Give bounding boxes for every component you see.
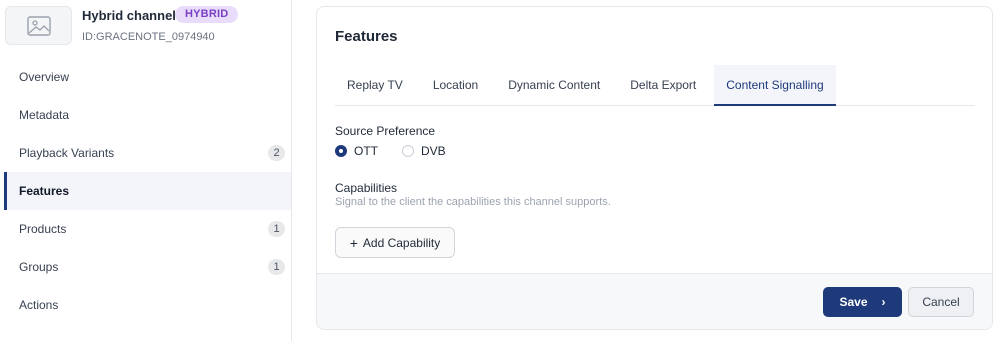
channel-header: Hybrid channel HYBRID ID:GRACENOTE_09749… — [5, 6, 285, 46]
sidebar-nav: Overview Metadata Playback Variants 2 Fe… — [4, 58, 291, 324]
tab-delta-export[interactable]: Delta Export — [618, 65, 708, 105]
tab-content-signalling[interactable]: Content Signalling — [714, 65, 836, 106]
tab-location[interactable]: Location — [421, 65, 490, 105]
radio-label: DVB — [421, 144, 446, 158]
source-preference-label: Source Preference — [335, 124, 436, 138]
sidebar-item-features[interactable]: Features — [4, 172, 291, 210]
form-footer: Save › Cancel — [317, 273, 992, 329]
sidebar-item-metadata[interactable]: Metadata — [4, 96, 291, 134]
channel-name: Hybrid channel — [82, 8, 176, 23]
capabilities-label: Capabilities — [335, 181, 398, 195]
page-title: Features — [335, 28, 398, 45]
sidebar-item-overview[interactable]: Overview — [4, 58, 291, 96]
sidebar-item-label: Products — [19, 222, 67, 236]
sidebar-item-label: Playback Variants — [19, 146, 115, 160]
radio-checked-icon — [335, 145, 347, 157]
count-badge: 1 — [268, 221, 285, 237]
cancel-button[interactable]: Cancel — [908, 287, 974, 317]
sidebar-item-playback-variants[interactable]: Playback Variants 2 — [4, 134, 291, 172]
source-preference-radio-group: OTT DVB — [335, 144, 470, 158]
sidebar: Hybrid channel HYBRID ID:GRACENOTE_09749… — [0, 0, 292, 341]
features-card: Features Replay TV Location Dynamic Cont… — [316, 6, 993, 330]
channel-thumbnail — [5, 6, 72, 45]
sidebar-item-label: Groups — [19, 260, 59, 274]
radio-unchecked-icon — [402, 145, 414, 157]
features-tabs: Replay TV Location Dynamic Content Delta… — [335, 65, 975, 106]
sidebar-item-label: Overview — [19, 70, 70, 84]
count-badge: 1 — [268, 259, 285, 275]
sidebar-item-products[interactable]: Products 1 — [4, 210, 291, 248]
add-capability-label: Add Capability — [362, 235, 441, 250]
sidebar-item-groups[interactable]: Groups 1 — [4, 248, 291, 286]
tab-dynamic-content[interactable]: Dynamic Content — [496, 65, 612, 105]
radio-dvb[interactable]: DVB — [402, 144, 446, 158]
capabilities-description: Signal to the client the capabilities th… — [335, 196, 611, 208]
radio-label: OTT — [354, 144, 378, 158]
image-placeholder-icon — [26, 15, 51, 36]
sidebar-item-actions[interactable]: Actions — [4, 286, 291, 324]
save-label: Save — [839, 295, 868, 309]
channel-type-badge: HYBRID — [175, 6, 239, 23]
tab-replay-tv[interactable]: Replay TV — [335, 65, 415, 105]
chevron-right-icon: › — [881, 295, 886, 309]
count-badge: 2 — [268, 145, 285, 161]
sidebar-item-label: Actions — [19, 298, 59, 312]
sidebar-item-label: Metadata — [19, 108, 70, 122]
sidebar-item-label: Features — [19, 184, 70, 198]
plus-icon: + — [349, 234, 358, 251]
add-capability-button[interactable]: + Add Capability — [335, 227, 455, 258]
radio-ott[interactable]: OTT — [335, 144, 378, 158]
save-button[interactable]: Save › — [823, 287, 902, 317]
channel-id: ID:GRACENOTE_0974940 — [82, 31, 215, 43]
